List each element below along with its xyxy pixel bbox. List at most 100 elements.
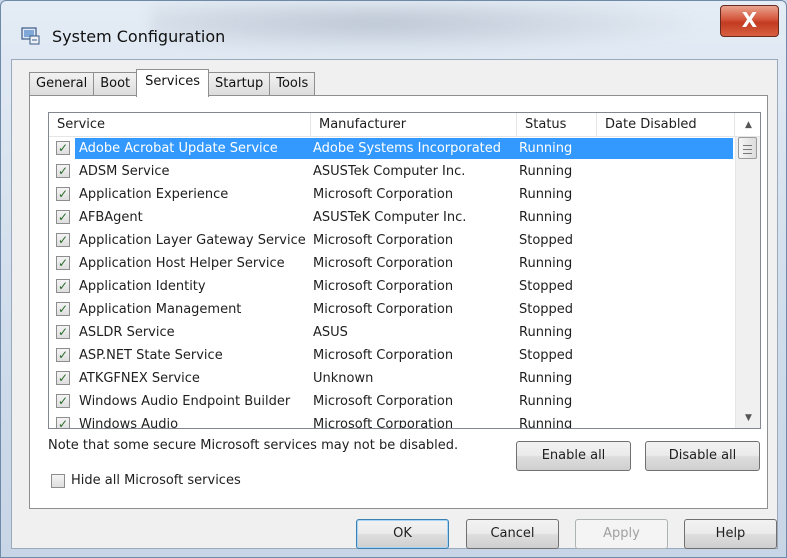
status: Running xyxy=(519,210,573,225)
status: Running xyxy=(519,417,573,429)
manufacturer: ASUSTeK Computer Inc. xyxy=(313,210,467,225)
title-bar[interactable]: System Configuration X xyxy=(1,1,786,59)
help-button[interactable]: Help xyxy=(684,519,777,549)
checkbox-box[interactable] xyxy=(51,473,65,488)
enable-all-button[interactable]: Enable all xyxy=(516,441,631,471)
ok-button[interactable]: OK xyxy=(356,519,449,549)
list-header: Service Manufacturer Status Date Disable… xyxy=(49,113,760,137)
table-row[interactable]: ✓ Adobe Acrobat Update Service Adobe Syst… xyxy=(49,137,735,160)
service-name: ADSM Service xyxy=(79,164,170,179)
status: Running xyxy=(519,141,573,156)
service-name: ATKGFNEX Service xyxy=(79,371,200,386)
service-name: Application Identity xyxy=(79,279,206,294)
checkmark-icon: ✓ xyxy=(57,210,69,224)
status: Stopped xyxy=(519,233,574,248)
window-title: System Configuration xyxy=(52,27,226,46)
row-checkbox[interactable]: ✓ xyxy=(56,302,70,316)
tab-startup[interactable]: Startup xyxy=(208,72,271,96)
manufacturer: Microsoft Corporation xyxy=(313,256,454,271)
table-row[interactable]: ✓ Application Identity Microsoft Corporat… xyxy=(49,275,735,298)
status: Running xyxy=(519,187,573,202)
service-name: Application Host Helper Service xyxy=(79,256,285,271)
service-name: Application Experience xyxy=(79,187,229,202)
column-header-date-disabled[interactable]: Date Disabled xyxy=(597,113,735,137)
table-row[interactable]: ✓ Windows Audio Microsoft Corporation Runn… xyxy=(49,413,735,429)
row-checkbox[interactable]: ✓ xyxy=(56,141,70,155)
status: Running xyxy=(519,394,573,409)
service-name: ASP.NET State Service xyxy=(79,348,223,363)
vertical-scrollbar[interactable]: ▲ ▼ xyxy=(735,120,760,428)
column-header-manufacturer[interactable]: Manufacturer xyxy=(311,113,517,137)
status: Running xyxy=(519,256,573,271)
status: Running xyxy=(519,164,573,179)
row-checkbox[interactable]: ✓ xyxy=(56,164,70,178)
tab-general[interactable]: General xyxy=(29,72,95,96)
system-configuration-window: System Configuration X General Boot Serv… xyxy=(0,0,787,558)
tab-services[interactable]: Services xyxy=(136,69,209,97)
close-button[interactable]: X xyxy=(720,5,779,37)
checkmark-icon: ✓ xyxy=(57,348,69,362)
checkmark-icon: ✓ xyxy=(57,233,69,247)
row-checkbox[interactable]: ✓ xyxy=(56,325,70,339)
manufacturer: Microsoft Corporation xyxy=(313,233,454,248)
manufacturer: Microsoft Corporation xyxy=(313,348,454,363)
table-row[interactable]: ✓ Application Host Helper Service Microso… xyxy=(49,252,735,275)
scroll-up-arrow-icon[interactable]: ▲ xyxy=(736,115,760,135)
checkmark-icon: ✓ xyxy=(57,141,69,155)
service-name: AFBAgent xyxy=(79,210,143,225)
row-checkbox[interactable]: ✓ xyxy=(56,279,70,293)
row-checkbox[interactable]: ✓ xyxy=(56,187,70,201)
table-row[interactable]: ✓ ATKGFNEX Service Unknown Running xyxy=(49,367,735,390)
table-row[interactable]: ✓ Application Layer Gateway Service Micro… xyxy=(49,229,735,252)
status: Stopped xyxy=(519,302,574,317)
table-row[interactable]: ✓ Windows Audio Endpoint Builder Microsof… xyxy=(49,390,735,413)
column-header-service[interactable]: Service xyxy=(49,113,311,137)
hide-microsoft-services-checkbox[interactable]: Hide all Microsoft services xyxy=(51,473,241,488)
service-name: ASLDR Service xyxy=(79,325,175,340)
manufacturer: Microsoft Corporation xyxy=(313,394,454,409)
row-checkbox[interactable]: ✓ xyxy=(56,371,70,385)
row-checkbox[interactable]: ✓ xyxy=(56,417,70,428)
table-row[interactable]: ✓ ASP.NET State Service Microsoft Corpora… xyxy=(49,344,735,367)
service-name: Application Layer Gateway Service xyxy=(79,233,306,248)
row-checkbox[interactable]: ✓ xyxy=(56,256,70,270)
row-checkbox[interactable]: ✓ xyxy=(56,210,70,224)
service-name: Windows Audio Endpoint Builder xyxy=(79,394,291,409)
list-rows: ✓ Adobe Acrobat Update Service Adobe Syst… xyxy=(49,137,735,429)
apply-button[interactable]: Apply xyxy=(575,519,668,549)
status: Stopped xyxy=(519,279,574,294)
column-header-status[interactable]: Status xyxy=(517,113,597,137)
tab-tools[interactable]: Tools xyxy=(269,72,316,96)
secure-services-note: Note that some secure Microsoft services… xyxy=(48,438,459,453)
status: Running xyxy=(519,325,573,340)
cancel-button[interactable]: Cancel xyxy=(466,519,559,549)
manufacturer: Microsoft Corporation xyxy=(313,417,454,429)
table-row[interactable]: ✓ Application Experience Microsoft Corpor… xyxy=(49,183,735,206)
table-row[interactable]: ✓ ADSM Service ASUSTek Computer Inc. Runni… xyxy=(49,160,735,183)
checkmark-icon: ✓ xyxy=(57,164,69,178)
checkmark-icon: ✓ xyxy=(57,302,69,316)
hide-microsoft-services-label: Hide all Microsoft services xyxy=(71,473,241,488)
checkmark-icon: ✓ xyxy=(57,371,69,385)
services-list[interactable]: Service Manufacturer Status Date Disable… xyxy=(48,112,761,429)
service-name: Application Management xyxy=(79,302,242,317)
table-row[interactable]: ✓ ASLDR Service ASUS Running xyxy=(49,321,735,344)
row-checkbox[interactable]: ✓ xyxy=(56,348,70,362)
service-name: Adobe Acrobat Update Service xyxy=(79,141,278,156)
checkmark-icon: ✓ xyxy=(57,256,69,270)
checkmark-icon: ✓ xyxy=(57,325,69,339)
manufacturer: Adobe Systems Incorporated xyxy=(313,141,502,156)
table-row[interactable]: ✓ AFBAgent ASUSTeK Computer Inc. Running xyxy=(49,206,735,229)
table-row[interactable]: ✓ Application Management Microsoft Corpor… xyxy=(49,298,735,321)
disable-all-button[interactable]: Disable all xyxy=(645,441,760,471)
row-checkbox[interactable]: ✓ xyxy=(56,233,70,247)
scrollbar-thumb[interactable] xyxy=(738,137,757,159)
checkmark-icon: ✓ xyxy=(57,187,69,201)
manufacturer: Unknown xyxy=(313,371,374,386)
checkmark-icon: ✓ xyxy=(57,279,69,293)
scroll-down-arrow-icon[interactable]: ▼ xyxy=(736,408,760,428)
row-checkbox[interactable]: ✓ xyxy=(56,394,70,408)
manufacturer: Microsoft Corporation xyxy=(313,279,454,294)
manufacturer: Microsoft Corporation xyxy=(313,187,454,202)
tab-boot[interactable]: Boot xyxy=(93,72,138,96)
